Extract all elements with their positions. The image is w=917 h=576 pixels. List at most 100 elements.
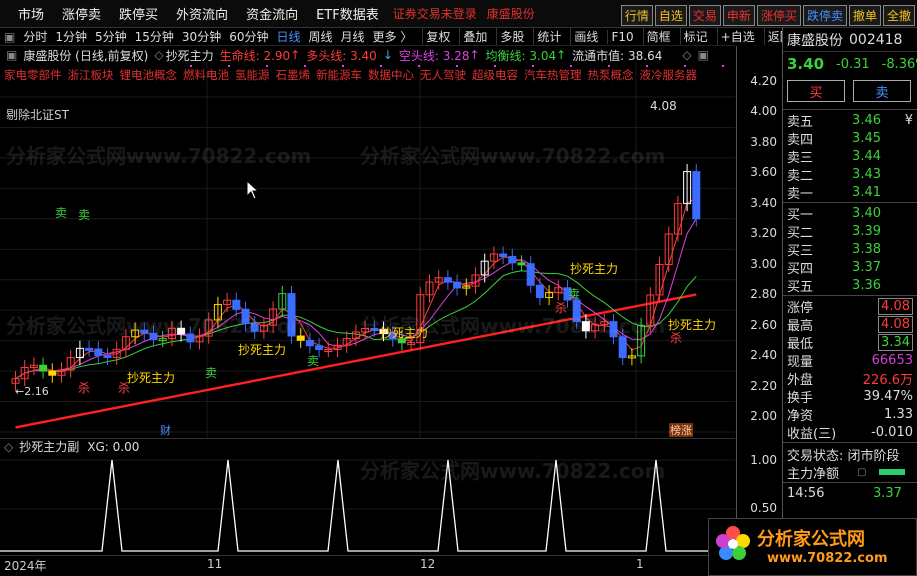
indicator-dropdown-icon[interactable]: ◇ — [154, 48, 163, 62]
kline-chart[interactable]: 卖卖卖卖卖抄死主力抄死主力抄死主力抄死主力抄死主力杀 杀杀杀4.08←2.16财榜… — [0, 62, 735, 438]
chart-close-icon[interactable]: ▣ — [698, 48, 709, 62]
concept-tag[interactable]: 家电零部件 — [4, 68, 62, 82]
buy-button[interactable]: 买 — [787, 80, 845, 102]
period-30min[interactable]: 30分钟 — [182, 28, 221, 45]
quick-watchlist-button[interactable]: 自选 — [654, 5, 687, 26]
net-flow-dropdown-icon[interactable]: ▢ — [857, 467, 866, 478]
menu-etf-table[interactable]: ETF数据表 — [316, 4, 379, 23]
net-flow-label: 主力净额 — [787, 466, 840, 482]
candle-body — [443, 277, 452, 283]
indicator-name[interactable]: 抄死主力 — [166, 47, 214, 64]
quick-quote-button[interactable]: 行情 — [620, 5, 653, 26]
ask-book: 卖五 3.46 ¥ 卖四 3.45 卖三 3.44 卖二 3.43 卖一 3.41 — [783, 111, 917, 202]
stat-row: 换手 39.47% — [783, 387, 917, 406]
bids-price: 3.39 — [852, 223, 881, 239]
chart-settings-icon[interactable]: ◇ — [682, 48, 691, 62]
concept-tag[interactable]: 新能源车 — [316, 68, 362, 82]
price-tick: 4.20 — [750, 74, 777, 88]
concept-tag[interactable]: 数据中心 — [368, 68, 414, 82]
price-tick: 3.40 — [750, 196, 777, 210]
sell-signal-label: 卖 — [55, 206, 67, 220]
menu-limit-up-sell[interactable]: 涨停卖 — [62, 4, 101, 23]
menu-foreign-flow[interactable]: 外资流向 — [176, 4, 228, 23]
concept-tag[interactable]: 浙江板块 — [68, 68, 114, 82]
concept-tag[interactable]: 汽车热管理 — [524, 68, 582, 82]
bids-row[interactable]: 买一 3.40 — [783, 204, 917, 223]
asks-price: 3.45 — [852, 130, 881, 146]
quick-trade-button[interactable]: 交易 — [688, 5, 721, 26]
stat-value: 4.08 — [878, 315, 913, 333]
chart-menu-icon[interactable]: ▣ — [6, 48, 17, 62]
period-monthly[interactable]: 月线 — [341, 28, 365, 45]
menu-limit-down-buy[interactable]: 跌停买 — [119, 4, 158, 23]
tool-statistics[interactable]: 统计 — [533, 28, 564, 45]
limit-up-marker-label: 榜涨 — [670, 423, 692, 437]
sell-button[interactable]: 卖 — [853, 80, 911, 102]
asks-row[interactable]: 卖二 3.43 — [783, 165, 917, 184]
period-more[interactable]: 更多 〉 — [373, 28, 413, 45]
asks-row[interactable]: 卖三 3.44 — [783, 147, 917, 166]
quick-limit-down-sell-button[interactable]: 跌停卖 — [802, 5, 847, 26]
bids-row[interactable]: 买五 3.36 — [783, 276, 917, 295]
long-line-value: 多头线: 3.40 — [306, 48, 377, 63]
sub-indicator-chart[interactable] — [0, 454, 735, 555]
period-5min[interactable]: 5分钟 — [95, 28, 127, 45]
panel-toggle-icon[interactable]: ▣ — [4, 30, 15, 44]
asks-row[interactable]: 卖五 3.46 ¥ — [783, 111, 917, 130]
quick-cancel-all-button[interactable]: 全撤 — [882, 5, 915, 26]
quick-cancel-button[interactable]: 撤单 — [848, 5, 881, 26]
menu-capital-flow[interactable]: 资金流向 — [246, 4, 298, 23]
quick-limit-up-buy-button[interactable]: 涨停买 — [756, 5, 801, 26]
indicator-info-bar: ▣ 康盛股份 (日线,前复权) ◇ 抄死主力 生命线: 2.90 ↑ 多头线: 3… — [0, 47, 735, 63]
period-15min[interactable]: 15分钟 — [135, 28, 174, 45]
concept-tag[interactable]: 热泵概念 — [588, 68, 634, 82]
period-weekly[interactable]: 周线 — [309, 28, 333, 45]
tool-add-watchlist[interactable]: +自选 — [716, 28, 758, 45]
asks-volume: ¥ — [904, 112, 913, 128]
price-tick: 2.00 — [750, 409, 777, 423]
tool-adjust[interactable]: 复权 — [422, 28, 453, 45]
trade-buttons: 买 卖 — [783, 76, 917, 108]
asks-row[interactable]: 卖一 3.41 — [783, 183, 917, 202]
high-price-label: 4.08 — [650, 99, 677, 113]
sub-indicator-title[interactable]: 抄死主力副 — [19, 438, 79, 455]
asks-row[interactable]: 卖四 3.45 — [783, 129, 917, 148]
period-60min[interactable]: 60分钟 — [229, 28, 268, 45]
bids-row[interactable]: 买二 3.39 — [783, 222, 917, 241]
candle-body — [177, 327, 186, 335]
candle-body — [296, 335, 305, 341]
concept-tag[interactable]: 燃料电池 — [183, 68, 229, 82]
concept-tag[interactable]: 石墨烯 — [276, 68, 311, 82]
period-intraday[interactable]: 分时 — [23, 28, 47, 45]
concept-tag[interactable]: 液冷服务器 — [640, 68, 698, 82]
quote-stats: 涨停 4.08 最高 4.08 最低 3.34 现量 66653 外盘 226.6万 换手 39.47… — [783, 297, 917, 442]
date-label: 11 — [207, 557, 223, 571]
sell-signal-label: 卖 — [568, 287, 580, 301]
tool-mark[interactable]: 标记 — [679, 28, 711, 45]
menu-market[interactable]: 市场 — [18, 4, 44, 23]
concept-tag[interactable]: 超级电容 — [472, 68, 518, 82]
concept-tag[interactable]: 无人驾驶 — [420, 68, 466, 82]
concept-tag[interactable]: 锂电池概念 — [120, 68, 178, 82]
tool-f10[interactable]: F10 — [607, 29, 636, 44]
candle-body — [305, 339, 314, 347]
bids-row[interactable]: 买三 3.38 — [783, 240, 917, 259]
stat-value: 39.47% — [863, 388, 913, 404]
quote-change-pct: -8.36% — [881, 56, 917, 72]
tool-overlay[interactable]: 叠加 — [459, 28, 490, 45]
bids-row[interactable]: 买四 3.37 — [783, 258, 917, 277]
period-daily[interactable]: 日线 — [276, 28, 300, 45]
quick-new-shares-button[interactable]: 申新 — [722, 5, 755, 26]
trade-state: 交易状态: 闭市阶段 — [787, 448, 900, 464]
sub-menu-icon[interactable]: ◇ — [4, 440, 13, 454]
tool-draw-line[interactable]: 画线 — [570, 28, 601, 45]
login-warning[interactable]: 证券交易未登录 — [393, 5, 477, 22]
main-force-label: 抄死主力 — [380, 326, 428, 340]
sub-xg-value: XG: 0.00 — [87, 439, 140, 454]
period-1min[interactable]: 1分钟 — [55, 28, 87, 45]
tool-simple-frame[interactable]: 简框 — [642, 28, 674, 45]
concept-tag[interactable]: 氢能源 — [235, 68, 270, 82]
period-toolbar: ▣ 分时 1分钟 5分钟 15分钟 30分钟 60分钟 日线 周线 月线 更多 … — [0, 28, 792, 46]
asks-price: 3.44 — [852, 148, 881, 164]
tool-multi-stock[interactable]: 多股 — [496, 28, 527, 45]
